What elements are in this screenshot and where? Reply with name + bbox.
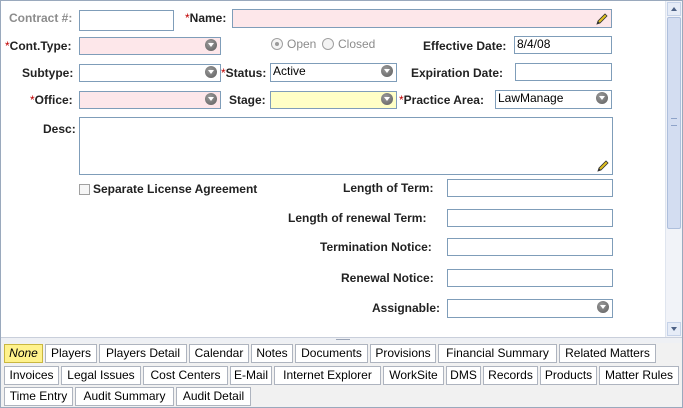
detail-tab-strip: None Players Players Detail Calendar Not… — [1, 343, 682, 407]
length-of-term-label: Length of Term: — [343, 181, 434, 195]
tab-time-entry[interactable]: Time Entry — [4, 387, 73, 406]
tab-invoices[interactable]: Invoices — [4, 366, 59, 385]
desc-textarea[interactable] — [79, 117, 613, 175]
tab-players[interactable]: Players — [45, 344, 97, 363]
name-input[interactable] — [232, 9, 612, 28]
tab-e-mail[interactable]: E-Mail — [230, 366, 272, 385]
grip-icon — [671, 118, 677, 126]
length-of-renewal-term-input[interactable] — [447, 209, 613, 227]
chevron-down-icon[interactable] — [203, 39, 219, 52]
office-select[interactable] — [79, 91, 221, 109]
assignable-label: Assignable: — [372, 301, 441, 315]
tab-internet-explorer[interactable]: Internet Explorer — [274, 366, 381, 385]
practice-area-label: *Practice Area: — [399, 93, 484, 107]
desc-label: Desc: — [43, 122, 76, 136]
tab-provisions[interactable]: Provisions — [370, 344, 436, 363]
chevron-down-icon[interactable] — [594, 92, 610, 105]
subtype-label: Subtype: — [22, 66, 74, 80]
open-radio[interactable] — [271, 38, 283, 50]
chevron-down-icon[interactable] — [203, 93, 219, 106]
pencil-icon[interactable] — [596, 159, 610, 173]
chevron-down-icon — [671, 327, 677, 331]
chevron-down-icon[interactable] — [203, 66, 219, 79]
status-label: *Status: — [221, 66, 267, 80]
stage-select[interactable] — [270, 91, 397, 109]
length-of-renewal-term-label: Length of renewal Term: — [288, 211, 427, 225]
assignable-select[interactable] — [447, 299, 613, 318]
cont-type-select[interactable] — [79, 37, 221, 55]
expiration-date-input[interactable] — [515, 63, 612, 81]
tab-records[interactable]: Records — [483, 366, 538, 385]
cont-type-label: *Cont.Type: — [5, 39, 72, 53]
separate-license-label: Separate License Agreement — [93, 182, 258, 196]
closed-radio[interactable] — [322, 38, 334, 50]
vertical-scrollbar[interactable] — [665, 1, 682, 337]
chevron-down-icon[interactable] — [379, 93, 395, 106]
tab-audit-detail[interactable]: Audit Detail — [176, 387, 251, 406]
chevron-down-icon[interactable] — [595, 301, 611, 314]
contract-window: Contract #: *Name: *Cont.Type: Open Clos… — [0, 0, 683, 408]
office-label: *Office: — [30, 93, 73, 107]
practice-area-select[interactable]: LawManage — [495, 90, 612, 109]
tab-notes[interactable]: Notes — [251, 344, 293, 363]
contract-number-input[interactable] — [79, 10, 174, 31]
length-of-term-input[interactable] — [447, 179, 613, 197]
tab-financial-summary[interactable]: Financial Summary — [438, 344, 557, 363]
effective-date-label: Effective Date: — [423, 39, 507, 53]
tab-related-matters[interactable]: Related Matters — [559, 344, 656, 363]
contract-form: Contract #: *Name: *Cont.Type: Open Clos… — [1, 1, 665, 337]
scroll-up-button[interactable] — [667, 2, 681, 16]
status-select[interactable]: Active — [270, 63, 397, 82]
chevron-down-icon[interactable] — [379, 65, 395, 78]
grip-icon — [336, 339, 350, 342]
separate-license-checkbox[interactable] — [79, 184, 90, 195]
chevron-up-icon — [671, 7, 677, 11]
termination-notice-label: Termination Notice: — [320, 240, 432, 254]
pencil-icon[interactable] — [595, 12, 609, 26]
tab-worksite[interactable]: WorkSite — [383, 366, 444, 385]
stage-label: Stage: — [229, 93, 266, 107]
termination-notice-input[interactable] — [447, 238, 613, 256]
tab-none[interactable]: None — [4, 344, 43, 363]
closed-radio-label: Closed — [338, 37, 376, 51]
tab-dms[interactable]: DMS — [446, 366, 481, 385]
effective-date-input[interactable]: 8/4/08 — [514, 36, 612, 54]
scroll-thumb[interactable] — [667, 17, 681, 229]
open-radio-label: Open — [287, 37, 317, 51]
contract-number-label: Contract #: — [9, 11, 73, 25]
subtype-select[interactable] — [79, 64, 221, 82]
name-label: *Name: — [185, 11, 227, 25]
tab-audit-summary[interactable]: Audit Summary — [75, 387, 174, 406]
renewal-notice-input[interactable] — [447, 269, 613, 287]
tab-documents[interactable]: Documents — [295, 344, 368, 363]
tab-cost-centers[interactable]: Cost Centers — [143, 366, 228, 385]
renewal-notice-label: Renewal Notice: — [341, 271, 434, 285]
tab-legal-issues[interactable]: Legal Issues — [61, 366, 141, 385]
tab-matter-rules[interactable]: Matter Rules — [599, 366, 679, 385]
tab-calendar[interactable]: Calendar — [189, 344, 249, 363]
expiration-date-label: Expiration Date: — [411, 66, 504, 80]
scroll-down-button[interactable] — [667, 322, 681, 336]
tab-products[interactable]: Products — [540, 366, 597, 385]
tab-players-detail[interactable]: Players Detail — [99, 344, 187, 363]
